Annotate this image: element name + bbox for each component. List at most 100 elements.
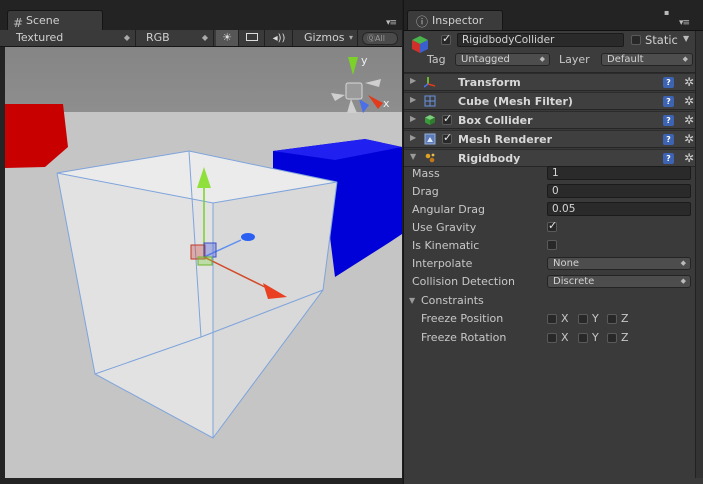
gear-icon[interactable]: ✲ [684, 94, 694, 108]
freeze-position-y-checkbox[interactable] [578, 314, 588, 324]
static-checkbox[interactable] [631, 35, 641, 45]
gear-icon[interactable]: ✲ [684, 151, 694, 165]
scene-search-input[interactable]: ⓆAll [362, 32, 398, 45]
lighting-toggle-button[interactable]: ☀ [216, 30, 239, 46]
layer-dropdown[interactable]: Default ◆ [601, 53, 693, 66]
component-name: Box Collider [458, 114, 533, 127]
tag-label: Tag [427, 53, 446, 66]
mass-value: 1 [552, 167, 559, 179]
fold-right-icon[interactable]: ▶ [410, 76, 416, 85]
image-icon [246, 33, 258, 41]
inspector-panel: ⓘ Inspector ▪ ▾≡ RigidbodyCollider Stati… [403, 0, 703, 484]
object-header: RigidbodyCollider Static ▼ Tag Untagged … [404, 31, 703, 73]
angular-drag-label: Angular Drag [412, 203, 485, 216]
component-name: Rigidbody [458, 152, 521, 165]
object-name-value: RigidbodyCollider [462, 34, 555, 46]
inspector-tabbar: ⓘ Inspector ▪ ▾≡ [404, 0, 703, 31]
updown-arrow-icon: ◆ [680, 277, 686, 285]
z-axis-cone [359, 99, 369, 113]
render-mode-dropdown[interactable]: Textured ◆ [10, 30, 136, 46]
panel-menu-icon[interactable]: ▾≡ [386, 18, 397, 28]
freeze-position-x-checkbox[interactable] [547, 314, 557, 324]
scene-viewport[interactable]: y x [5, 47, 402, 478]
axis-x-label: X [561, 312, 569, 325]
interpolate-value: None [553, 258, 580, 269]
fold-down-icon[interactable]: ▼ [410, 152, 416, 161]
help-icon[interactable]: ? [663, 96, 674, 107]
help-icon[interactable]: ? [663, 134, 674, 145]
static-dropdown-arrow-icon[interactable]: ▼ [683, 34, 689, 43]
freeze-position-z-checkbox[interactable] [607, 314, 617, 324]
freeze-rotation-x-checkbox[interactable] [547, 333, 557, 343]
component-rigidbody[interactable]: ▼ Rigidbody ? ✲ ▼ [404, 149, 703, 167]
box-collider-enabled-checkbox[interactable] [442, 112, 452, 125]
interpolate-dropdown[interactable]: None ◆ [547, 257, 691, 270]
drag-label: Drag [412, 185, 439, 198]
gear-icon[interactable]: ✲ [684, 113, 694, 127]
info-icon: ⓘ [416, 15, 429, 29]
angular-drag-field[interactable]: 0.05 [547, 202, 691, 216]
object-name-field[interactable]: RigidbodyCollider [457, 33, 624, 47]
y-axis-cone [348, 57, 358, 75]
help-icon[interactable]: ? [663, 115, 674, 126]
axis-y-label: Y [592, 331, 599, 344]
component-mesh-renderer[interactable]: ▶ Mesh Renderer ? ✲ ▼ [404, 130, 703, 148]
component-name: Transform [458, 76, 521, 89]
component-name: Mesh Renderer [458, 133, 553, 146]
panel-menu-icon[interactable]: ▾≡ [679, 18, 690, 28]
color-mode-value: RGB [146, 31, 170, 44]
component-transform[interactable]: ▶ Transform ? ✲ ▼ [404, 73, 703, 91]
help-icon[interactable]: ? [663, 77, 674, 88]
collision-detection-dropdown[interactable]: Discrete ◆ [547, 275, 691, 288]
tab-scene[interactable]: # Scene [7, 10, 103, 30]
component-mesh-filter[interactable]: ▶ Cube (Mesh Filter) ? ✲ ▼ [404, 92, 703, 110]
active-checkbox[interactable] [441, 32, 451, 45]
use-gravity-checkbox[interactable] [547, 219, 557, 232]
is-kinematic-checkbox[interactable] [547, 240, 557, 250]
mesh-renderer-icon [424, 133, 436, 145]
y-axis-label: y [361, 54, 368, 67]
orientation-gizmo[interactable]: y x [323, 53, 395, 125]
gear-icon[interactable]: ✲ [684, 75, 694, 89]
gizmos-dropdown[interactable]: Gizmos ▾ [298, 30, 358, 46]
mesh-filter-icon [424, 95, 436, 107]
x-axis-cone [368, 95, 383, 109]
mass-field[interactable]: 1 [547, 166, 691, 180]
x-axis-label: x [383, 97, 390, 110]
audio-toggle-button[interactable]: ◂)) [266, 30, 293, 46]
freeze-rotation-y-checkbox[interactable] [578, 333, 588, 343]
mesh-renderer-enabled-checkbox[interactable] [442, 131, 452, 144]
use-gravity-label: Use Gravity [412, 221, 477, 234]
inspector-scrollbar[interactable] [695, 31, 703, 478]
sun-icon: ☀ [222, 31, 232, 44]
freeze-rotation-label: Freeze Rotation [421, 331, 507, 344]
drag-value: 0 [552, 185, 559, 197]
fold-down-icon[interactable]: ▼ [409, 296, 415, 305]
fold-right-icon[interactable]: ▶ [410, 114, 416, 123]
updown-arrow-icon: ◆ [682, 55, 688, 63]
tab-inspector-label: Inspector [432, 14, 484, 27]
layer-label: Layer [559, 53, 590, 66]
effects-toggle-button[interactable] [240, 30, 265, 46]
render-mode-value: Textured [16, 31, 64, 44]
speaker-icon: ◂)) [272, 33, 286, 44]
tab-inspector[interactable]: ⓘ Inspector [407, 10, 503, 30]
component-box-collider[interactable]: ▶ Box Collider ? ✲ ▼ [404, 111, 703, 129]
freeze-rotation-z-checkbox[interactable] [607, 333, 617, 343]
scene-panel: # Scene ▾≡ Textured ◆ RGB ◆ ☀ ◂)) Gizmos… [0, 0, 402, 484]
dropdown-arrow-icon: ▾ [348, 33, 353, 42]
freeze-position-label: Freeze Position [421, 312, 504, 325]
gear-icon[interactable]: ✲ [684, 132, 694, 146]
transform-icon [423, 76, 436, 88]
tag-dropdown[interactable]: Untagged ◆ [455, 53, 550, 66]
color-mode-dropdown[interactable]: RGB ◆ [140, 30, 214, 46]
fold-right-icon[interactable]: ▶ [410, 95, 416, 104]
drag-field[interactable]: 0 [547, 184, 691, 198]
lock-icon[interactable]: ▪ [664, 8, 669, 17]
search-placeholder: ⓆAll [367, 34, 385, 43]
axis-z-label: Z [621, 331, 629, 344]
fold-right-icon[interactable]: ▶ [410, 133, 416, 142]
help-icon[interactable]: ? [663, 153, 674, 164]
layer-value: Default [607, 54, 644, 65]
axis-y-label: Y [592, 312, 599, 325]
